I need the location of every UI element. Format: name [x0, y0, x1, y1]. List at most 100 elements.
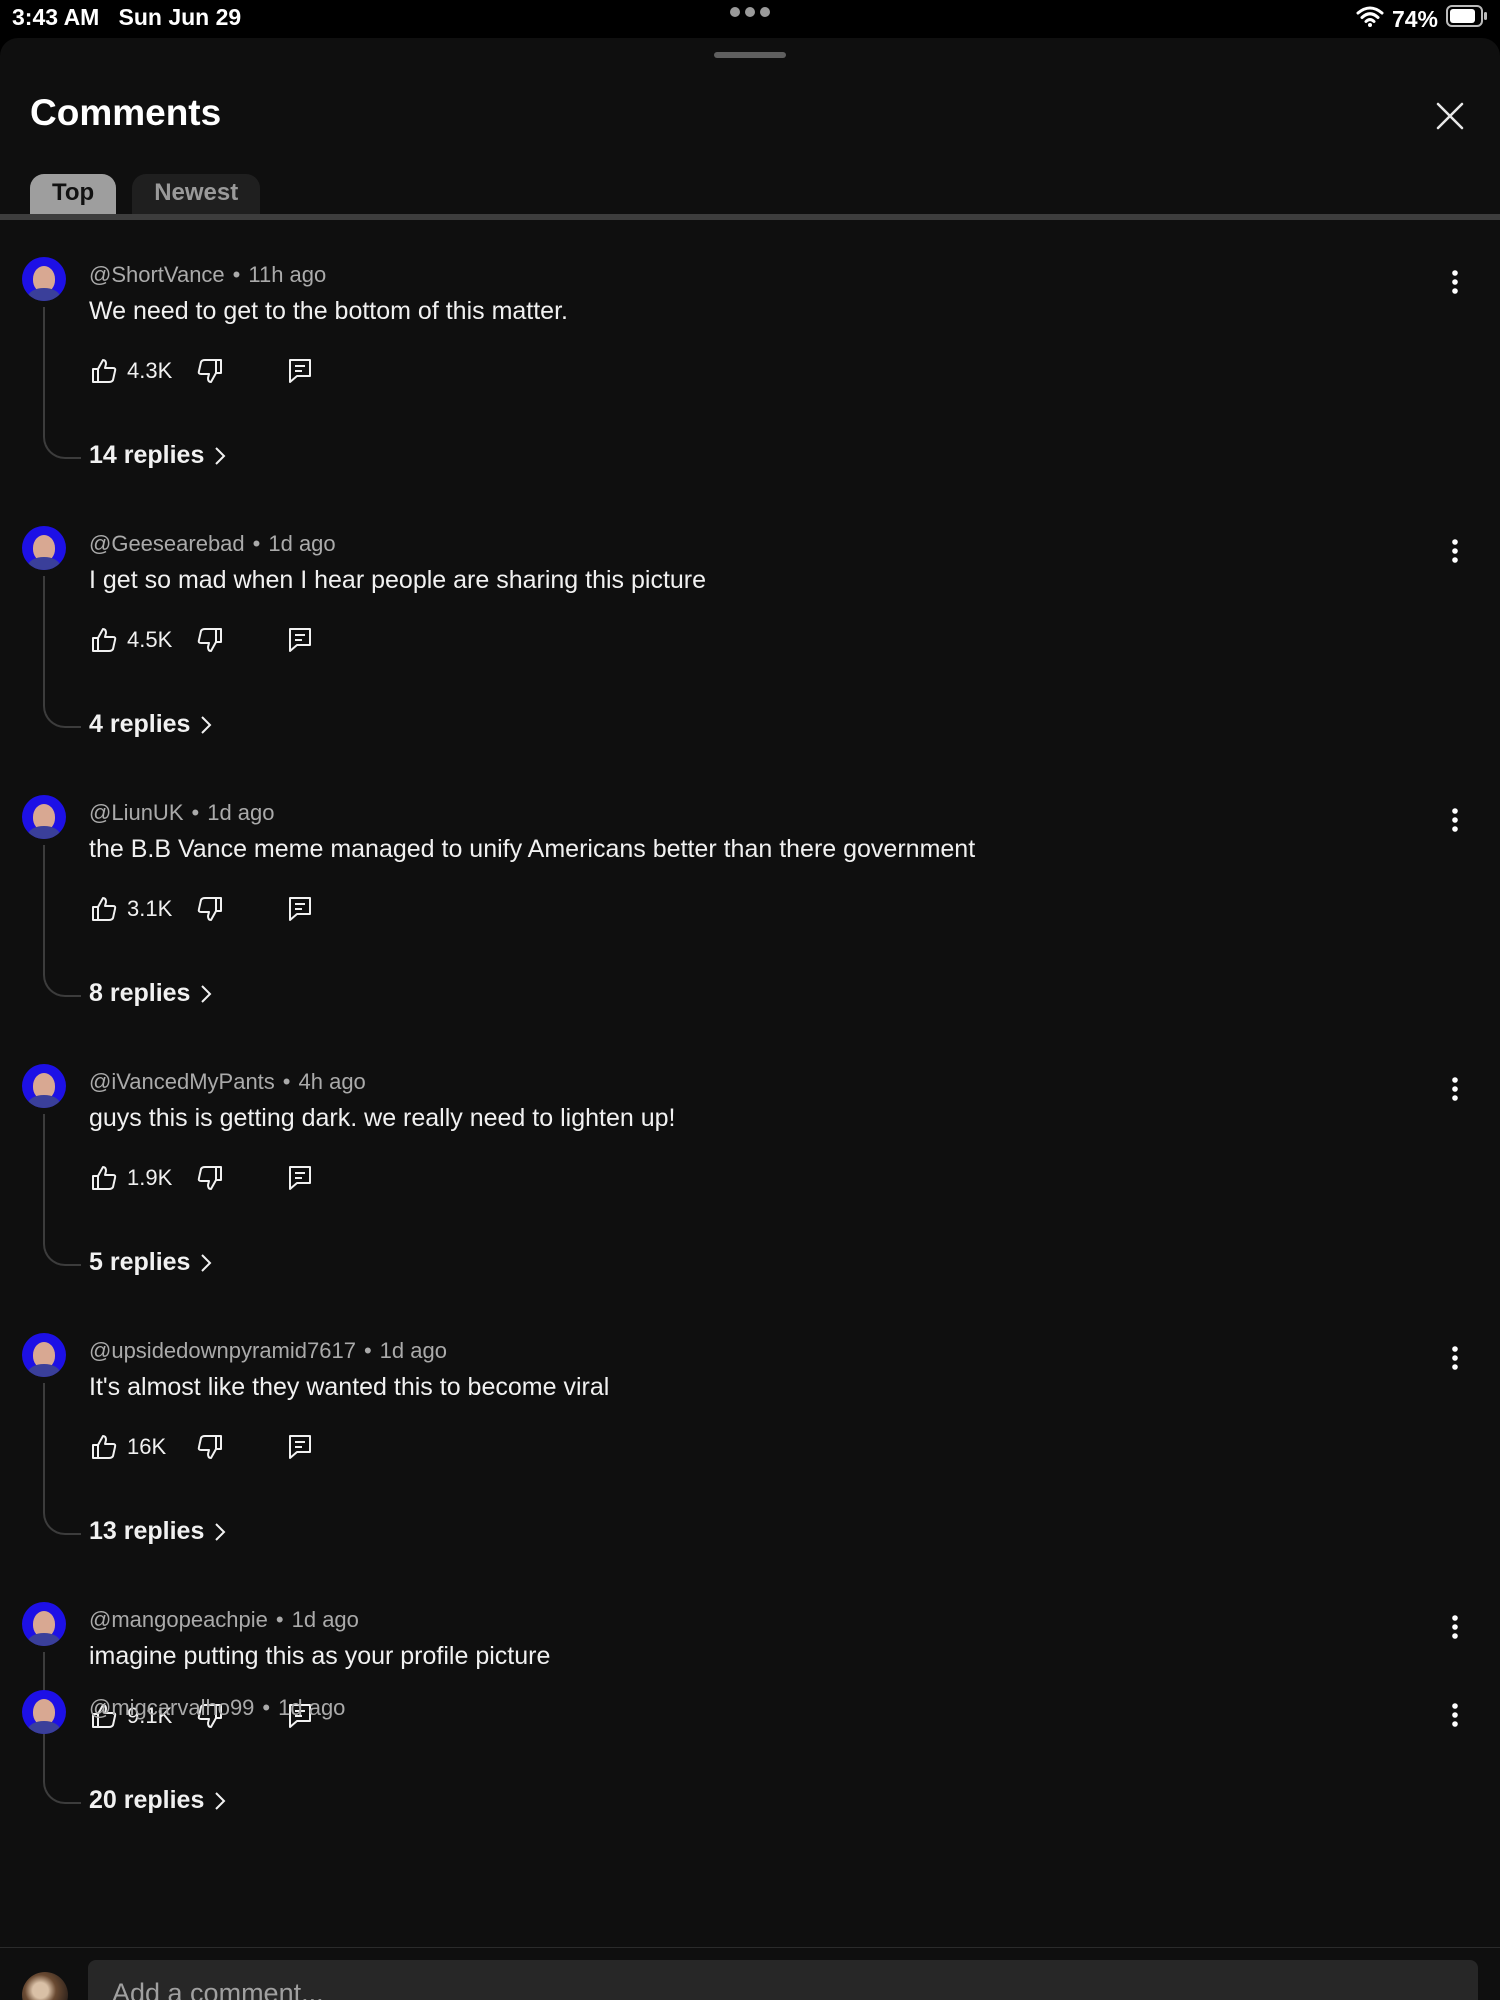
- thumbs-down-icon: [197, 1435, 222, 1459]
- more-options-button[interactable]: [1440, 1612, 1470, 1642]
- like-button[interactable]: [89, 625, 119, 655]
- comment-actions: 1.9K: [89, 1160, 315, 1196]
- like-button[interactable]: [89, 894, 119, 924]
- comment-text: imagine putting this as your profile pic…: [89, 1642, 551, 1670]
- tab-top[interactable]: Top: [30, 174, 117, 218]
- avatar[interactable]: [22, 795, 66, 839]
- view-replies-button[interactable]: 8 replies: [89, 979, 212, 1008]
- comment-time: 1d ago: [268, 531, 336, 556]
- more-options-button[interactable]: [1440, 805, 1470, 835]
- more-options-button[interactable]: [1440, 1343, 1470, 1373]
- thumbs-down-icon: [197, 628, 222, 652]
- thumbs-up-icon: [92, 359, 117, 383]
- dislike-button[interactable]: [195, 894, 225, 924]
- avatar[interactable]: [22, 526, 66, 570]
- reply-comment-icon: [289, 1166, 311, 1190]
- like-count: 3.1K: [127, 896, 173, 921]
- comment-author[interactable]: @ShortVance: [89, 262, 225, 287]
- reply-comment-icon: [289, 1435, 311, 1459]
- reply-button[interactable]: [285, 1432, 315, 1462]
- comment-item: @upsidedownpyramid7617 • 1d ago It's almos…: [0, 1333, 1500, 1602]
- replies-count: 20 replies: [89, 1786, 205, 1814]
- avatar[interactable]: [22, 1333, 66, 1377]
- chevron-right-icon: [215, 446, 226, 465]
- comment-author[interactable]: @iVancedMyPants: [89, 1069, 275, 1094]
- avatar[interactable]: [22, 1602, 66, 1646]
- user-avatar: [22, 1972, 68, 2000]
- comment-composer: [0, 1947, 1500, 2000]
- view-replies-button[interactable]: 13 replies: [89, 1517, 226, 1546]
- wifi-icon: [1356, 5, 1384, 33]
- comment-text: the B.B Vance meme managed to unify Amer…: [89, 835, 976, 863]
- like-button[interactable]: [89, 1163, 119, 1193]
- avatar[interactable]: [22, 1064, 66, 1108]
- comment-time: 1d ago: [278, 1695, 346, 1720]
- comment-meta: @Geesearebad • 1d ago: [89, 531, 336, 556]
- comment-author[interactable]: @mangopeachpie: [89, 1607, 268, 1632]
- status-bar: 3:43 AM Sun Jun 29 74%: [0, 0, 1500, 38]
- reply-comment-icon: [289, 897, 311, 921]
- view-replies-button[interactable]: 14 replies: [89, 441, 226, 470]
- comment-time: 1d ago: [207, 800, 275, 825]
- status-time-date: 3:43 AM Sun Jun 29: [12, 4, 242, 30]
- add-comment-input[interactable]: [88, 1960, 1478, 2000]
- comment-author[interactable]: @Geesearebad: [89, 531, 245, 556]
- replies-count: 4 replies: [89, 710, 191, 738]
- battery-icon: [1446, 5, 1488, 33]
- more-vert-icon: [1452, 270, 1458, 294]
- comment-item: @Geesearebad • 1d ago I get so mad when I …: [0, 526, 1500, 795]
- close-button[interactable]: [1428, 94, 1472, 138]
- more-options-button[interactable]: [1440, 267, 1470, 297]
- dislike-button[interactable]: [195, 1432, 225, 1462]
- view-replies-button[interactable]: 4 replies: [89, 710, 212, 739]
- like-count: 4.3K: [127, 358, 173, 383]
- reply-button[interactable]: [285, 356, 315, 386]
- comment-partial: @migcarvalho99 • 1d ago: [0, 1690, 1500, 1750]
- comment-author[interactable]: @LiunUK: [89, 800, 184, 825]
- view-replies-button[interactable]: 20 replies: [89, 1786, 226, 1815]
- dislike-button[interactable]: [195, 625, 225, 655]
- replies-count: 13 replies: [89, 1517, 205, 1545]
- sort-tabs: Top Newest: [30, 174, 261, 218]
- more-vert-icon: [1452, 1346, 1458, 1370]
- avatar[interactable]: [22, 1690, 66, 1734]
- chevron-right-icon: [201, 715, 212, 734]
- reply-button[interactable]: [285, 894, 315, 924]
- view-replies-button[interactable]: 5 replies: [89, 1248, 212, 1277]
- comment-author[interactable]: @migcarvalho99: [89, 1695, 254, 1720]
- comment-meta: @mangopeachpie • 1d ago: [89, 1607, 359, 1632]
- thread-line: [43, 576, 81, 728]
- like-count: 4.5K: [127, 627, 173, 652]
- more-options-button[interactable]: [1440, 1074, 1470, 1104]
- avatar[interactable]: [22, 257, 66, 301]
- dislike-button[interactable]: [195, 1163, 225, 1193]
- thread-line: [43, 1383, 81, 1535]
- comment-author[interactable]: @upsidedownpyramid7617: [89, 1338, 356, 1363]
- reply-button[interactable]: [285, 1163, 315, 1193]
- sheet-grabber[interactable]: [714, 52, 786, 58]
- comment-item: @iVancedMyPants • 4h ago guys this is gett…: [0, 1064, 1500, 1333]
- more-options-button[interactable]: [1440, 536, 1470, 566]
- more-options-button[interactable]: [1440, 1700, 1470, 1730]
- comment-actions: 3.1K: [89, 891, 315, 927]
- comment-text: It's almost like they wanted this to bec…: [89, 1373, 610, 1401]
- comment-time: 1d ago: [379, 1338, 447, 1363]
- thread-line: [43, 845, 81, 997]
- chevron-right-icon: [201, 984, 212, 1003]
- like-button[interactable]: [89, 356, 119, 386]
- thumbs-down-icon: [197, 897, 222, 921]
- chevron-right-icon: [201, 1253, 212, 1272]
- multitasking-dots-icon[interactable]: [728, 5, 772, 24]
- like-button[interactable]: [89, 1432, 119, 1462]
- dislike-button[interactable]: [195, 356, 225, 386]
- close-icon: [1436, 102, 1464, 130]
- comment-item: @ShortVance • 11h ago We need to get to th…: [0, 257, 1500, 526]
- comment-meta: @iVancedMyPants • 4h ago: [89, 1069, 366, 1094]
- tab-newest[interactable]: Newest: [132, 174, 261, 218]
- like-count: 16K: [127, 1434, 167, 1459]
- thread-line: [43, 307, 81, 459]
- status-right: 74%: [1356, 4, 1488, 34]
- reply-button[interactable]: [285, 625, 315, 655]
- more-vert-icon: [1452, 1703, 1458, 1727]
- comment-text: guys this is getting dark. we really nee…: [89, 1104, 676, 1132]
